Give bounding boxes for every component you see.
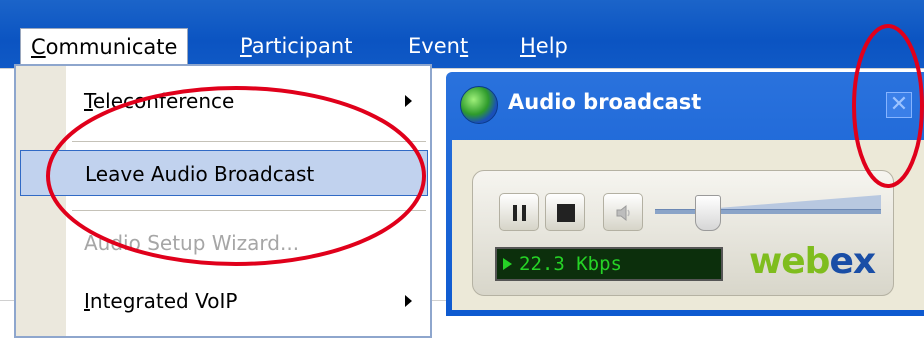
menu-item-integrated-voip[interactable]: Integrated VoIP [16, 278, 430, 324]
speaker-icon [616, 204, 630, 222]
webex-logo: webex [749, 241, 876, 282]
audio-broadcast-body: 22.3 Kbps webex [452, 140, 924, 310]
communicate-dropdown-menu: Teleconference Leave Audio Broadcast Aud… [14, 64, 432, 338]
stop-icon [557, 204, 575, 222]
bitrate-display: 22.3 Kbps [495, 247, 723, 281]
submenu-arrow-icon [405, 95, 412, 107]
menu-communicate[interactable]: Communicate [20, 28, 189, 65]
close-button[interactable]: ✕ [886, 92, 912, 118]
volume-slider-thumb[interactable] [695, 195, 721, 231]
menu-bar: Communicate Participant Event Help [0, 0, 924, 68]
submenu-arrow-icon [405, 295, 412, 307]
pause-button[interactable] [499, 193, 539, 231]
window-title: Audio broadcast [508, 90, 702, 114]
mute-button[interactable] [603, 193, 643, 231]
stop-button[interactable] [545, 193, 585, 231]
menu-participant[interactable]: Participant [230, 28, 362, 64]
menu-item-leave-audio-broadcast[interactable]: Leave Audio Broadcast [20, 150, 428, 196]
globe-icon [460, 86, 498, 124]
audio-broadcast-window: Audio broadcast ✕ 22.3 Kbps webex [446, 72, 924, 316]
menu-item-teleconference[interactable]: Teleconference [16, 78, 430, 124]
play-indicator-icon [503, 258, 512, 270]
menu-help[interactable]: Help [510, 28, 578, 64]
volume-slider-track[interactable] [655, 209, 881, 214]
audio-control-panel: 22.3 Kbps webex [472, 170, 894, 296]
pause-icon [513, 205, 527, 221]
close-icon: ✕ [889, 92, 909, 117]
menu-separator [72, 141, 426, 142]
menu-separator [72, 210, 426, 211]
menu-item-audio-setup-wizard: Audio Setup Wizard... [84, 231, 300, 255]
menu-event[interactable]: Event [398, 28, 478, 64]
